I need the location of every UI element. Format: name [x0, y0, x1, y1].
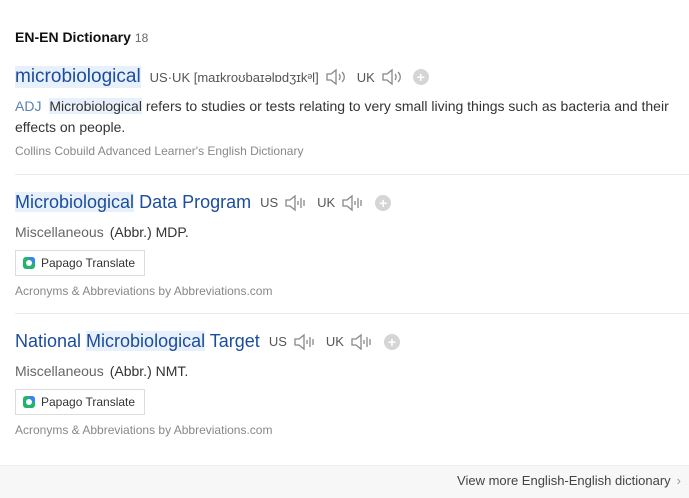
pron-us-uk-label: US·UK [maɪkroʊbaɪəlɒdʒɪkᵊl]	[149, 69, 319, 85]
add-wordbook-icon[interactable]: +	[375, 194, 392, 211]
dictionary-header: EN-EN Dictionary 18	[15, 29, 148, 45]
category-label: Miscellaneous	[15, 363, 104, 379]
abbr-row: Miscellaneous (Abbr.) MDP.	[15, 224, 689, 240]
entry-microbiological: microbiological US·UK [maɪkroʊbaɪəlɒdʒɪk…	[15, 66, 689, 158]
headword-link[interactable]: Microbiological Data Program	[15, 192, 251, 213]
speaker-icon[interactable]	[293, 332, 317, 352]
abbreviation: (Abbr.) MDP.	[109, 224, 189, 240]
papago-logo-icon	[23, 257, 35, 269]
definition-keyword: Microbiological	[49, 98, 142, 114]
pron-us-label: US	[268, 334, 287, 349]
source-label[interactable]: Collins Cobuild Advanced Learner's Engli…	[15, 144, 689, 158]
pron-us-label: US	[260, 195, 279, 210]
speaker-icon[interactable]	[381, 67, 403, 87]
category-label: Miscellaneous	[15, 224, 104, 240]
headword-link[interactable]: microbiological	[15, 66, 141, 88]
pron-uk-label: UK	[317, 195, 336, 210]
papago-translate-button[interactable]: Papago Translate	[15, 389, 146, 415]
result-count: 18	[134, 31, 149, 45]
chevron-right-icon: ›	[676, 473, 681, 488]
divider	[15, 174, 689, 175]
part-of-speech: ADJ	[15, 98, 42, 114]
definition: ADJ Microbiological refers to studies or…	[15, 96, 689, 138]
view-more-link[interactable]: View more English-English dictionary ›	[457, 473, 681, 488]
add-wordbook-icon[interactable]: +	[412, 69, 429, 85]
speaker-icon[interactable]	[341, 193, 365, 213]
footer-bar: View more English-English dictionary ›	[0, 465, 689, 498]
papago-translate-button[interactable]: Papago Translate	[15, 250, 146, 276]
pron-uk-label: UK	[325, 334, 344, 349]
entry-mdp: Microbiological Data Program US UK + Mis…	[15, 192, 689, 298]
pron-uk-label: UK	[356, 69, 375, 85]
headword-link[interactable]: National Microbiological Target	[15, 331, 260, 352]
add-wordbook-icon[interactable]: +	[383, 333, 400, 350]
dictionary-title: EN-EN Dictionary	[15, 29, 131, 45]
abbr-row: Miscellaneous (Abbr.) NMT.	[15, 363, 689, 379]
speaker-icon[interactable]	[284, 193, 308, 213]
speaker-icon[interactable]	[350, 332, 374, 352]
papago-logo-icon	[23, 396, 35, 408]
source-label[interactable]: Acronyms & Abbreviations by Abbreviation…	[15, 423, 689, 437]
abbreviation: (Abbr.) NMT.	[109, 363, 189, 379]
entry-nmt: National Microbiological Target US UK + …	[15, 331, 689, 437]
speaker-icon[interactable]	[325, 67, 347, 87]
divider	[15, 313, 689, 314]
source-label[interactable]: Acronyms & Abbreviations by Abbreviation…	[15, 284, 689, 298]
